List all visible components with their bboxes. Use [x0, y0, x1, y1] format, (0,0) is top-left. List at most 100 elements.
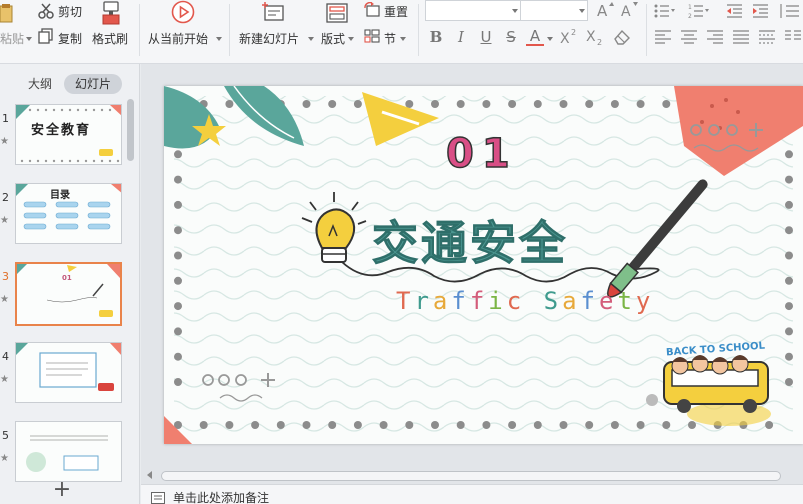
- play-icon[interactable]: [171, 0, 195, 24]
- subtitle-letter: i: [488, 287, 507, 315]
- star-icon: ★: [0, 215, 9, 226]
- paste-icon[interactable]: [0, 2, 14, 26]
- subtitle-letter: a: [562, 287, 581, 315]
- slide-subtitle[interactable]: Traffic Safety: [396, 287, 654, 315]
- slide-thumbnail-panel: 大纲 幻灯片 1 ★ 安全教育 2 ★ 目录 3 ★ 01 4 ★ 5 ★ +: [0, 64, 140, 504]
- star-icon: ★: [0, 294, 9, 305]
- reset-icon[interactable]: [364, 1, 380, 18]
- paste-button[interactable]: 粘贴: [0, 30, 24, 47]
- subtitle-letter: e: [598, 287, 618, 315]
- play-dropdown-icon[interactable]: [216, 37, 222, 41]
- section-number: 01: [445, 130, 518, 178]
- scrollbar-thumb[interactable]: [161, 471, 781, 481]
- format-painter-icon[interactable]: [100, 1, 122, 25]
- cut-button[interactable]: 剪切: [58, 3, 82, 20]
- svg-text:2: 2: [571, 28, 576, 37]
- new-slide-icon[interactable]: [262, 1, 286, 25]
- star-icon: ★: [0, 453, 9, 464]
- slide-number: 3: [2, 270, 9, 283]
- line-spacing-icon[interactable]: [779, 3, 801, 19]
- scroll-left-icon[interactable]: [147, 471, 152, 479]
- subtitle-letter: T: [396, 287, 415, 315]
- underline-button[interactable]: U: [477, 28, 495, 46]
- font-size-select[interactable]: [520, 0, 588, 21]
- current-slide[interactable]: 01 交通安全 Traffic Safety BACK TO SCHOOL: [164, 86, 803, 444]
- eraser-icon[interactable]: [612, 28, 632, 46]
- thumbnail-title: 01: [62, 274, 72, 282]
- shrink-font-icon[interactable]: A: [620, 1, 638, 20]
- thumbnail-title: 安全教育: [31, 123, 92, 138]
- section-icon[interactable]: [364, 28, 380, 44]
- align-left-icon[interactable]: [654, 29, 672, 45]
- subtitle-letter: S: [543, 287, 563, 315]
- slide-number: 5: [2, 429, 9, 442]
- subtitle-letter: r: [414, 287, 433, 315]
- svg-text:2: 2: [688, 13, 692, 19]
- slide-thumbnail[interactable]: [15, 342, 122, 403]
- svg-text:X: X: [586, 29, 596, 45]
- grow-font-icon[interactable]: A: [596, 1, 614, 20]
- slide-title[interactable]: 交通安全: [372, 207, 568, 273]
- decrease-indent-icon[interactable]: [726, 3, 744, 19]
- slide-editor: 01 交通安全 Traffic Safety BACK TO SCHOOL: [141, 64, 803, 504]
- copy-button[interactable]: 复制: [58, 30, 82, 47]
- reset-button[interactable]: 重置: [384, 3, 408, 20]
- copy-icon[interactable]: [38, 28, 54, 44]
- layout-dropdown-icon[interactable]: [348, 37, 354, 41]
- slide-number: 2: [2, 191, 9, 204]
- increase-indent-icon[interactable]: [752, 3, 770, 19]
- distribute-icon[interactable]: [758, 29, 776, 45]
- notes-placeholder[interactable]: 单击此处添加备注: [173, 489, 269, 504]
- subtitle-letter: [525, 287, 543, 315]
- slide-thumbnail-active[interactable]: 01: [15, 262, 122, 326]
- svg-text:X: X: [560, 31, 570, 46]
- columns-icon[interactable]: [784, 29, 802, 45]
- bullet-list-icon[interactable]: [654, 3, 676, 19]
- slide-thumbnail[interactable]: [15, 421, 122, 482]
- layout-icon[interactable]: [325, 1, 349, 25]
- new-slide-dropdown-icon[interactable]: [308, 37, 314, 41]
- subtitle-letter: f: [451, 287, 470, 315]
- thumbnail-title: 目录: [50, 190, 70, 201]
- justify-icon[interactable]: [732, 29, 750, 45]
- align-right-icon[interactable]: [706, 29, 724, 45]
- font-color-button[interactable]: A: [526, 28, 544, 46]
- font-size-dropdown-icon[interactable]: [579, 9, 585, 13]
- layout-button[interactable]: 版式: [321, 30, 345, 47]
- subtitle-letter: a: [432, 287, 452, 315]
- tab-outline[interactable]: 大纲: [18, 74, 62, 94]
- subscript-icon[interactable]: X2: [586, 28, 606, 47]
- align-center-icon[interactable]: [680, 29, 698, 45]
- format-painter-button[interactable]: 格式刷: [92, 30, 128, 47]
- slide-number: 1: [2, 112, 9, 125]
- svg-text:2: 2: [597, 38, 602, 46]
- strikethrough-button[interactable]: S: [502, 28, 520, 46]
- font-color-dropdown-icon[interactable]: [547, 37, 553, 41]
- horizontal-scrollbar[interactable]: [141, 466, 803, 484]
- svg-text:A: A: [597, 2, 608, 19]
- play-from-current-button[interactable]: 从当前开始: [148, 30, 208, 47]
- font-family-select[interactable]: [425, 0, 521, 21]
- subtitle-letter: f: [469, 287, 489, 315]
- add-slide-button[interactable]: +: [52, 479, 72, 501]
- bold-button[interactable]: B: [427, 28, 445, 46]
- font-family-dropdown-icon[interactable]: [512, 9, 518, 13]
- subtitle-letter: y: [635, 287, 655, 315]
- svg-text:A: A: [621, 4, 631, 19]
- section-dropdown-icon[interactable]: [400, 37, 406, 41]
- italic-button[interactable]: I: [452, 28, 470, 46]
- new-slide-button[interactable]: 新建幻灯片: [239, 30, 299, 47]
- slide-thumbnail[interactable]: 目录: [15, 183, 122, 244]
- tab-slides[interactable]: 幻灯片: [64, 74, 122, 94]
- superscript-icon[interactable]: X2: [560, 28, 580, 47]
- slide-number: 4: [2, 350, 9, 363]
- section-number-text: 01: [445, 130, 518, 178]
- notes-bar[interactable]: 单击此处添加备注: [141, 484, 803, 504]
- numbered-list-icon[interactable]: 12: [688, 3, 710, 20]
- ribbon-toolbar: 粘贴 剪切 复制 格式刷 从当前开始 新建幻灯片 版式 重置 节 A A B I…: [0, 0, 803, 64]
- scissors-icon[interactable]: [38, 3, 54, 19]
- panel-scrollbar[interactable]: [127, 99, 134, 161]
- section-button[interactable]: 节: [384, 30, 396, 47]
- slide-thumbnail[interactable]: 安全教育: [15, 104, 122, 165]
- paste-dropdown-icon[interactable]: [26, 37, 32, 41]
